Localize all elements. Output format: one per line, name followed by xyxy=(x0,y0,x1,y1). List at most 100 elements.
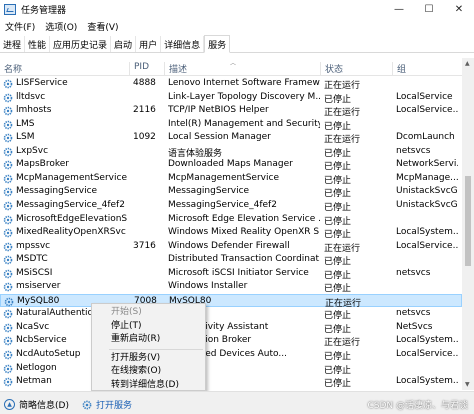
tab-performance[interactable]: 性能 xyxy=(25,36,51,52)
service-group: LocalSystem... xyxy=(396,227,458,238)
service-row[interactable]: NcdAutoSetup Connected Devices Auto... 已停止… xyxy=(0,348,462,362)
service-pid: 4888 xyxy=(133,78,156,88)
service-group: NetworkServi... xyxy=(396,159,458,170)
tab-app-history[interactable]: 应用历史记录 xyxy=(50,36,112,52)
service-description: Windows Defender Firewall xyxy=(168,240,290,251)
service-row[interactable]: msiserver Windows Installer 已停止 xyxy=(0,280,462,294)
service-row[interactable]: MessagingService_4fef2 MessagingService_4… xyxy=(0,199,462,213)
tab-services[interactable]: 服务 xyxy=(204,35,231,53)
service-row[interactable]: mpssvc 3716 Windows Defender Firewall 正在运行 L… xyxy=(0,240,462,254)
service-group: UnistackSvcG... xyxy=(396,186,458,197)
service-row[interactable]: MapsBroker Downloaded Maps Manager 已停止 Netw… xyxy=(0,158,462,172)
service-description: MessagingService_4fef2 xyxy=(168,199,277,210)
tab-processes[interactable]: 进程 xyxy=(0,36,26,52)
service-description: Intel(R) Management and Security... xyxy=(168,118,320,129)
column-status[interactable]: 状态 xyxy=(320,62,343,76)
service-status: 已停止 xyxy=(324,284,352,295)
menu-item-stop[interactable]: 停止(T) xyxy=(92,320,205,334)
service-group: DcomLaunch xyxy=(396,132,455,143)
service-description: 语言体验服务 xyxy=(168,148,223,159)
service-description: Windows Installer xyxy=(168,281,248,292)
service-row[interactable]: Netman 已停止 LocalSystem... xyxy=(0,375,462,389)
service-gear-icon xyxy=(3,160,13,170)
service-row[interactable]: lmhosts 2116 TCP/IP NetBIOS Helper 正在运行 Loca… xyxy=(0,104,462,118)
menu-file[interactable]: 文件(F) xyxy=(0,20,40,33)
service-gear-icon xyxy=(3,228,13,238)
tab-strip: 进程 性能 应用历史记录 启动 用户 详细信息 服务 xyxy=(0,35,474,53)
service-name: MSiSCSI xyxy=(16,267,53,278)
service-group: LocalService... xyxy=(396,240,458,251)
service-status: 已停止 xyxy=(324,202,352,213)
service-row[interactable]: MessagingService MessagingService 已停止 Unist… xyxy=(0,185,462,199)
service-gear-icon xyxy=(3,310,13,319)
status-footer: ▲ 简略信息(D) 打开服务 CSDN @话凄凉、与君谈 xyxy=(0,391,474,414)
service-row[interactable]: LISFService 4888 Lenovo Internet Software … xyxy=(0,77,462,91)
service-row[interactable]: Netlogon 已停止 xyxy=(0,362,462,376)
maximize-button[interactable]: ☐ xyxy=(414,0,444,18)
service-row[interactable]: MixedRealityOpenXRSvc Windows Mixed Reali… xyxy=(0,226,462,240)
service-row[interactable]: lltdsvc Link-Layer Topology Discovery M..… xyxy=(0,91,462,105)
service-name: lmhosts xyxy=(16,105,52,116)
vertical-scrollbar[interactable]: ▲ ▼ xyxy=(462,58,474,390)
column-name[interactable]: 名称 xyxy=(0,62,22,76)
service-description: Microsoft Edge Elevation Service ... xyxy=(168,213,320,224)
service-row[interactable]: McpManagementService McpManagementService… xyxy=(0,172,462,186)
service-status: 已停止 xyxy=(324,311,352,322)
service-status: 已停止 xyxy=(324,148,352,159)
service-gear-icon xyxy=(3,215,13,224)
minimize-button[interactable]: — xyxy=(384,0,414,18)
scrollbar-thumb[interactable] xyxy=(465,176,471,266)
menu-item-open-services[interactable]: 打开服务(V) xyxy=(92,352,205,366)
service-description: Lenovo Internet Software Framew... xyxy=(168,78,320,88)
service-group: LocalSystem... xyxy=(396,376,458,387)
context-menu: 开始(S) 停止(T) 重新启动(R) 打开服务(V) 在线搜索(O) 转到详细… xyxy=(91,303,206,391)
service-row[interactable]: LSM 1092 Local Session Manager 正在运行 DcomLaun… xyxy=(0,131,462,145)
service-row[interactable]: NcbService Connection Broker 正在运行 LocalSyst… xyxy=(0,334,462,348)
service-group: LocalSystem... xyxy=(396,335,458,346)
open-services-link[interactable]: 打开服务 xyxy=(82,398,132,411)
service-status: 已停止 xyxy=(324,352,352,362)
service-row[interactable]: LxpSvc 语言体验服务 已停止 netsvcs xyxy=(0,145,462,159)
service-group: LocalService... xyxy=(396,105,458,116)
service-row[interactable]: NcaSvc Connectivity Assistant 已停止 NetSvcs xyxy=(0,321,462,335)
service-name: MicrosoftEdgeElevationS... xyxy=(16,213,128,224)
service-row[interactable]: MSiSCSI Microsoft iSCSI Initiator Service… xyxy=(0,267,462,281)
column-group[interactable]: 组 xyxy=(392,62,406,76)
service-group: McpManage... xyxy=(396,172,458,183)
service-description: Local Session Manager xyxy=(168,132,271,143)
service-gear-icon xyxy=(3,337,13,346)
service-pid: 2116 xyxy=(133,105,156,116)
tab-details[interactable]: 详细信息 xyxy=(161,36,205,52)
service-gear-icon xyxy=(3,350,13,360)
scroll-down-icon[interactable]: ▼ xyxy=(465,381,470,388)
service-gear-icon xyxy=(3,323,13,333)
column-pid[interactable]: PID xyxy=(129,62,149,76)
tab-startup[interactable]: 启动 xyxy=(111,36,137,52)
service-row[interactable]: NaturalAuthenticati...证已停止netsvcs xyxy=(0,307,462,321)
fewer-details-button[interactable]: ▲ 简略信息(D) xyxy=(4,398,69,411)
menu-options[interactable]: 选项(O) xyxy=(40,20,82,33)
tab-users[interactable]: 用户 xyxy=(136,36,162,52)
window-controls: — ☐ ✕ xyxy=(384,0,474,18)
service-group: netsvcs xyxy=(396,267,431,278)
services-list: LISFService 4888 Lenovo Internet Software … xyxy=(0,77,462,390)
menu-item-go-to-details[interactable]: 转到详细信息(D) xyxy=(92,379,205,393)
service-row[interactable]: MySQL80 7008 MySQL80 正在运行 xyxy=(0,293,462,309)
menu-view[interactable]: 查看(V) xyxy=(82,20,123,33)
scroll-up-icon[interactable]: ▲ xyxy=(465,60,470,67)
service-row[interactable]: LMS Intel(R) Management and Security... 已停… xyxy=(0,118,462,132)
service-status: 已停止 xyxy=(324,121,352,132)
service-row[interactable]: MSDTC Distributed Transaction Coordinat..… xyxy=(0,253,462,267)
service-gear-icon xyxy=(3,79,13,89)
menu-item-search-online[interactable]: 在线搜索(O) xyxy=(92,365,205,379)
service-group: LocalService... xyxy=(396,349,458,359)
service-status: 已停止 xyxy=(324,230,352,241)
service-description: MessagingService xyxy=(168,186,250,197)
service-name: msiserver xyxy=(16,281,61,292)
service-status: 正在运行 xyxy=(324,243,361,254)
service-pid: 3716 xyxy=(133,240,156,251)
column-description[interactable]: 描述 xyxy=(164,62,187,76)
menu-item-restart[interactable]: 重新启动(R) xyxy=(92,333,205,347)
service-row[interactable]: MicrosoftEdgeElevationS... Microsoft Edge… xyxy=(0,213,462,227)
close-button[interactable]: ✕ xyxy=(444,0,474,18)
